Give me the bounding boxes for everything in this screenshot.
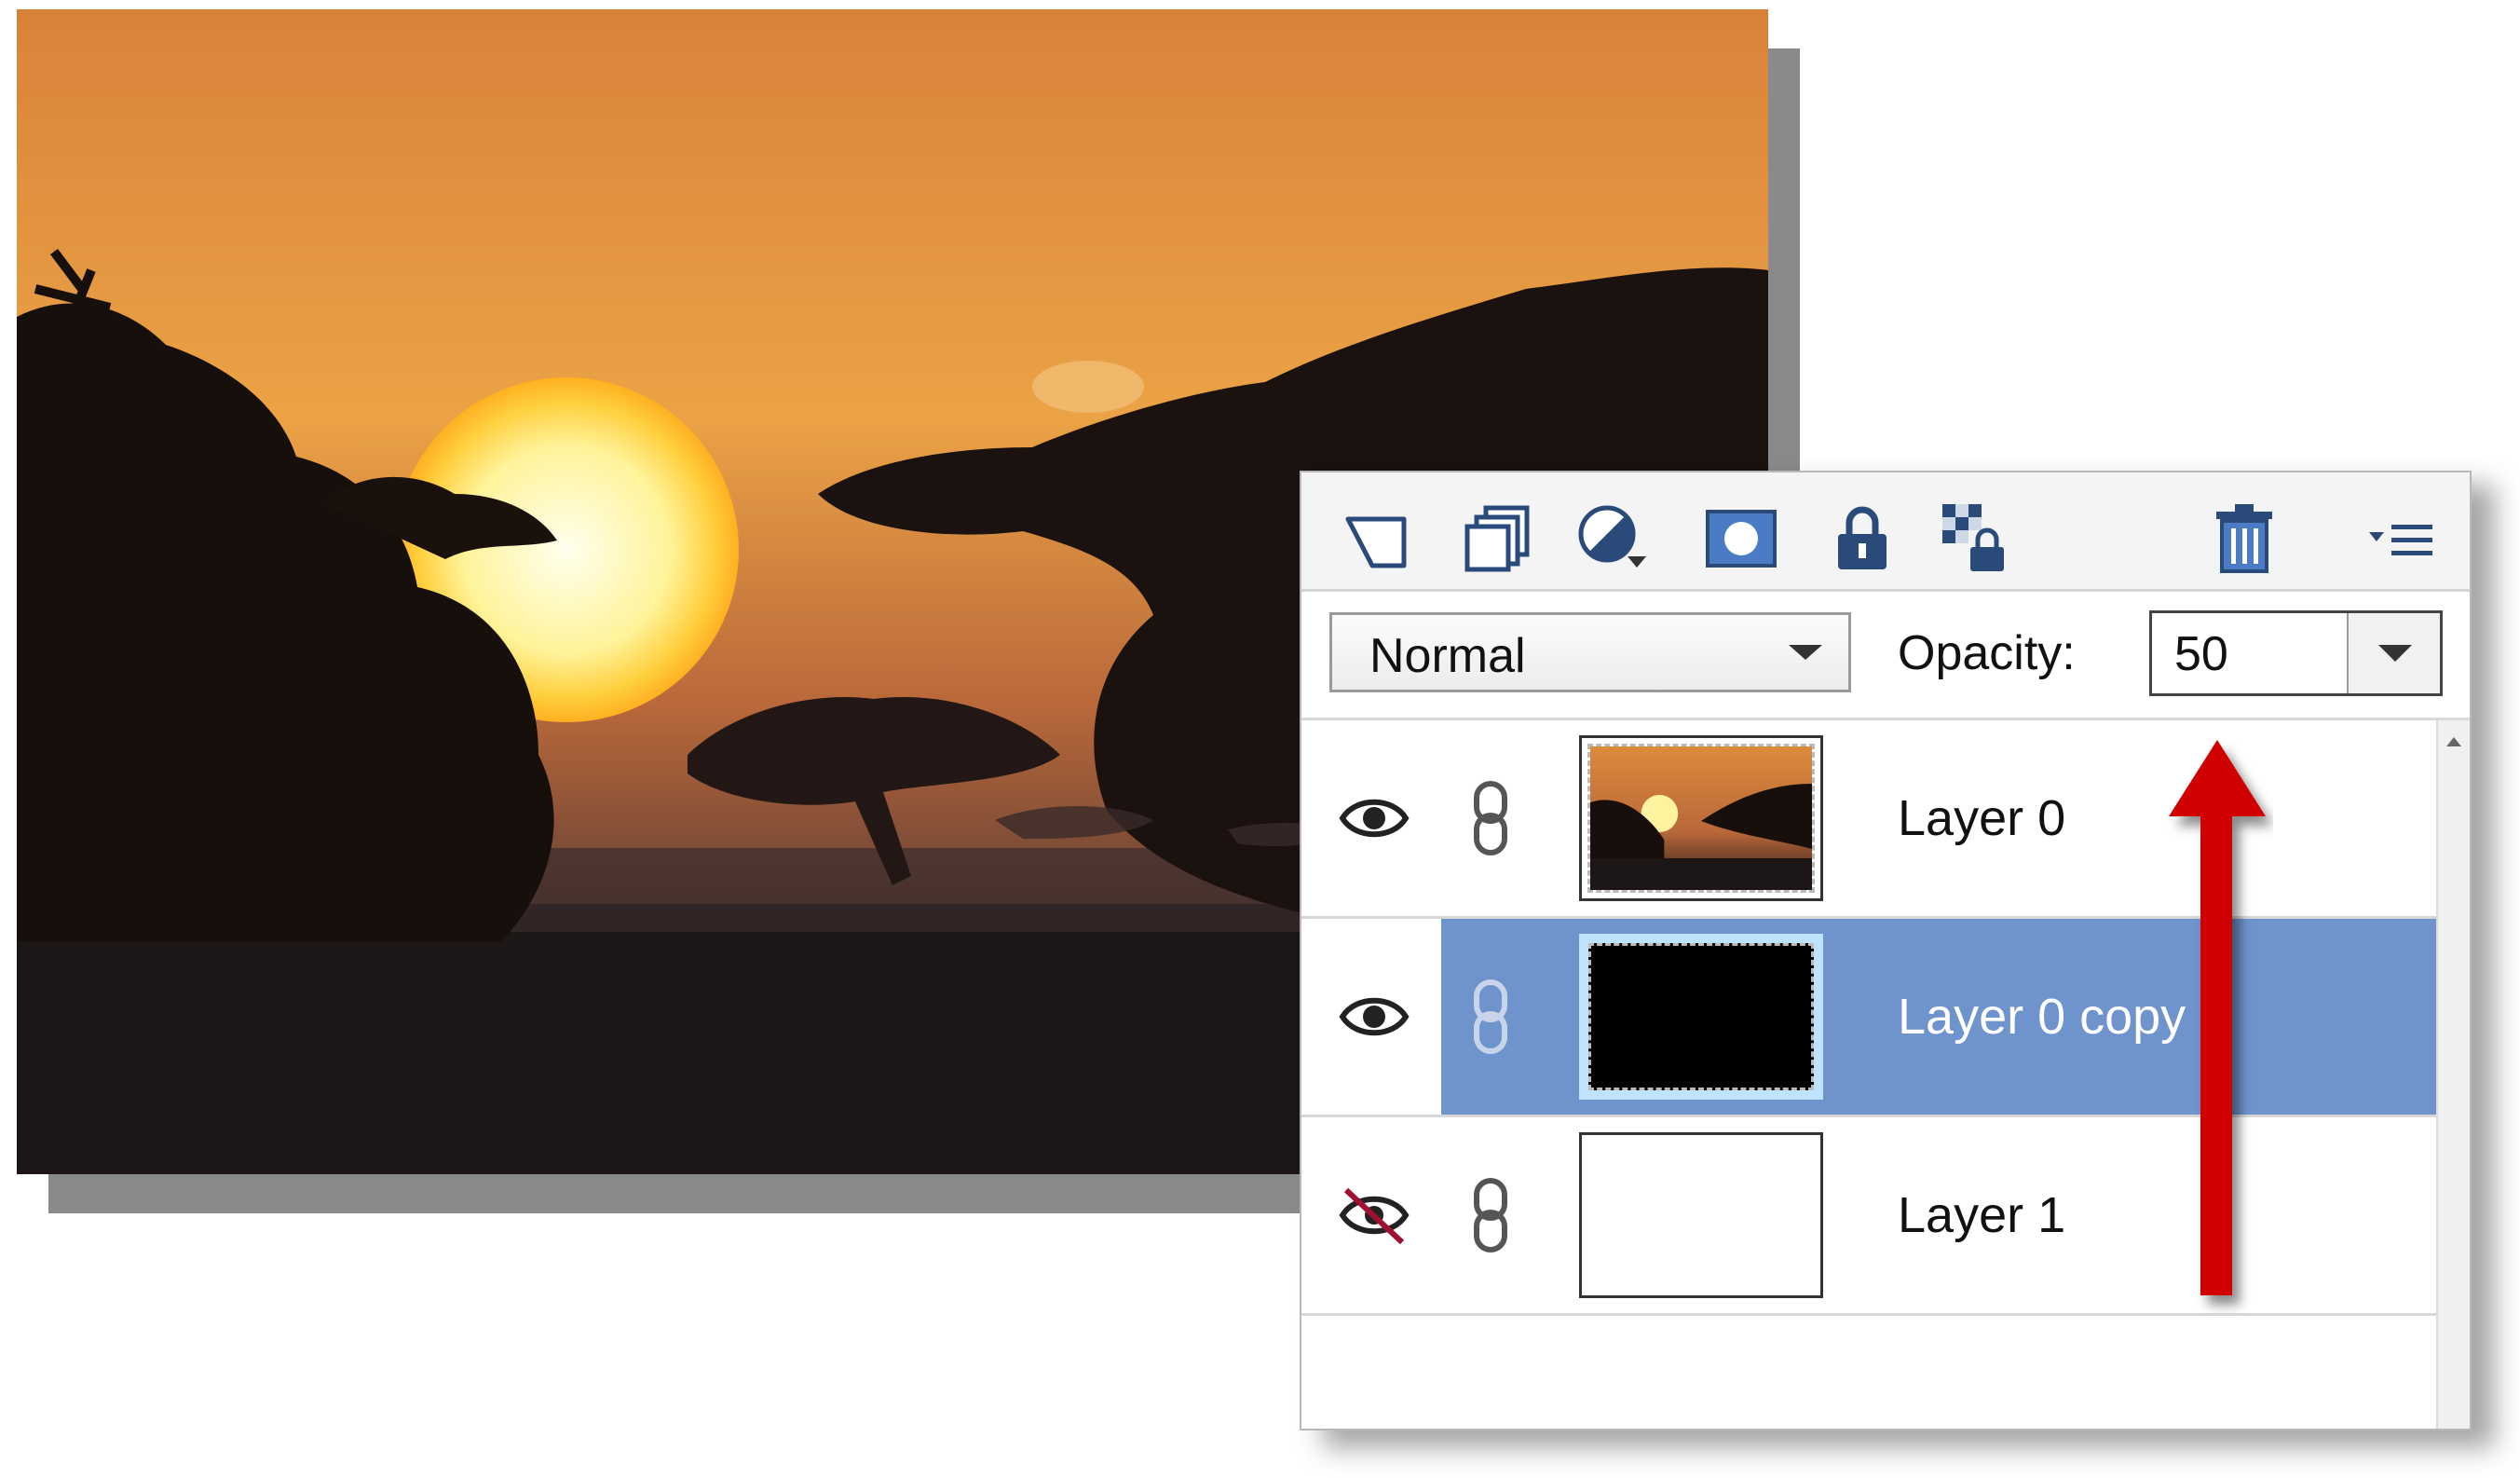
lock-icon[interactable] xyxy=(1823,499,1901,577)
layer-thumbnail xyxy=(1579,934,1823,1100)
opacity-dropdown-button[interactable] xyxy=(2347,613,2440,693)
layer-name[interactable]: Layer 0 copy xyxy=(1898,988,2186,1046)
adjustment-layer-icon[interactable] xyxy=(1573,499,1652,577)
layer-name[interactable]: Layer 0 xyxy=(1898,789,2065,847)
duplicate-layer-icon[interactable] xyxy=(1458,499,1536,577)
panel-menu-icon[interactable] xyxy=(2363,499,2442,577)
delete-icon[interactable] xyxy=(2205,499,2283,577)
link-icon[interactable] xyxy=(1467,975,1514,1059)
blend-mode-dropdown[interactable]: Normal xyxy=(1329,612,1851,692)
blend-row: Normal Opacity: 50 xyxy=(1301,592,2470,720)
layer-name[interactable]: Layer 1 xyxy=(1898,1186,2065,1244)
scroll-up-icon[interactable] xyxy=(2446,737,2461,746)
new-layer-icon[interactable] xyxy=(1339,499,1417,577)
link-icon[interactable] xyxy=(1467,776,1514,860)
link-icon[interactable] xyxy=(1467,1173,1514,1257)
blend-mode-value: Normal xyxy=(1369,629,1526,683)
scrollbar[interactable] xyxy=(2436,720,2470,1429)
opacity-field[interactable]: 50 xyxy=(2149,610,2443,696)
layers-toolbar xyxy=(1301,472,2470,592)
eye-hidden-icon[interactable] xyxy=(1337,1183,1411,1248)
eye-icon[interactable] xyxy=(1337,984,1411,1049)
opacity-value[interactable]: 50 xyxy=(2174,626,2228,682)
opacity-label: Opacity: xyxy=(1898,626,2076,680)
layers-panel: Normal Opacity: 50 Layer 0 Layer 0 copy … xyxy=(1300,471,2472,1430)
annotation-arrow xyxy=(2169,740,2266,1295)
layer-thumbnail xyxy=(1579,1132,1823,1298)
lock-transparency-icon[interactable] xyxy=(1937,499,2015,577)
layer-thumbnail xyxy=(1579,735,1823,901)
eye-icon[interactable] xyxy=(1337,786,1411,851)
mask-icon[interactable] xyxy=(1702,499,1780,577)
chevron-down-icon xyxy=(1789,645,1822,660)
